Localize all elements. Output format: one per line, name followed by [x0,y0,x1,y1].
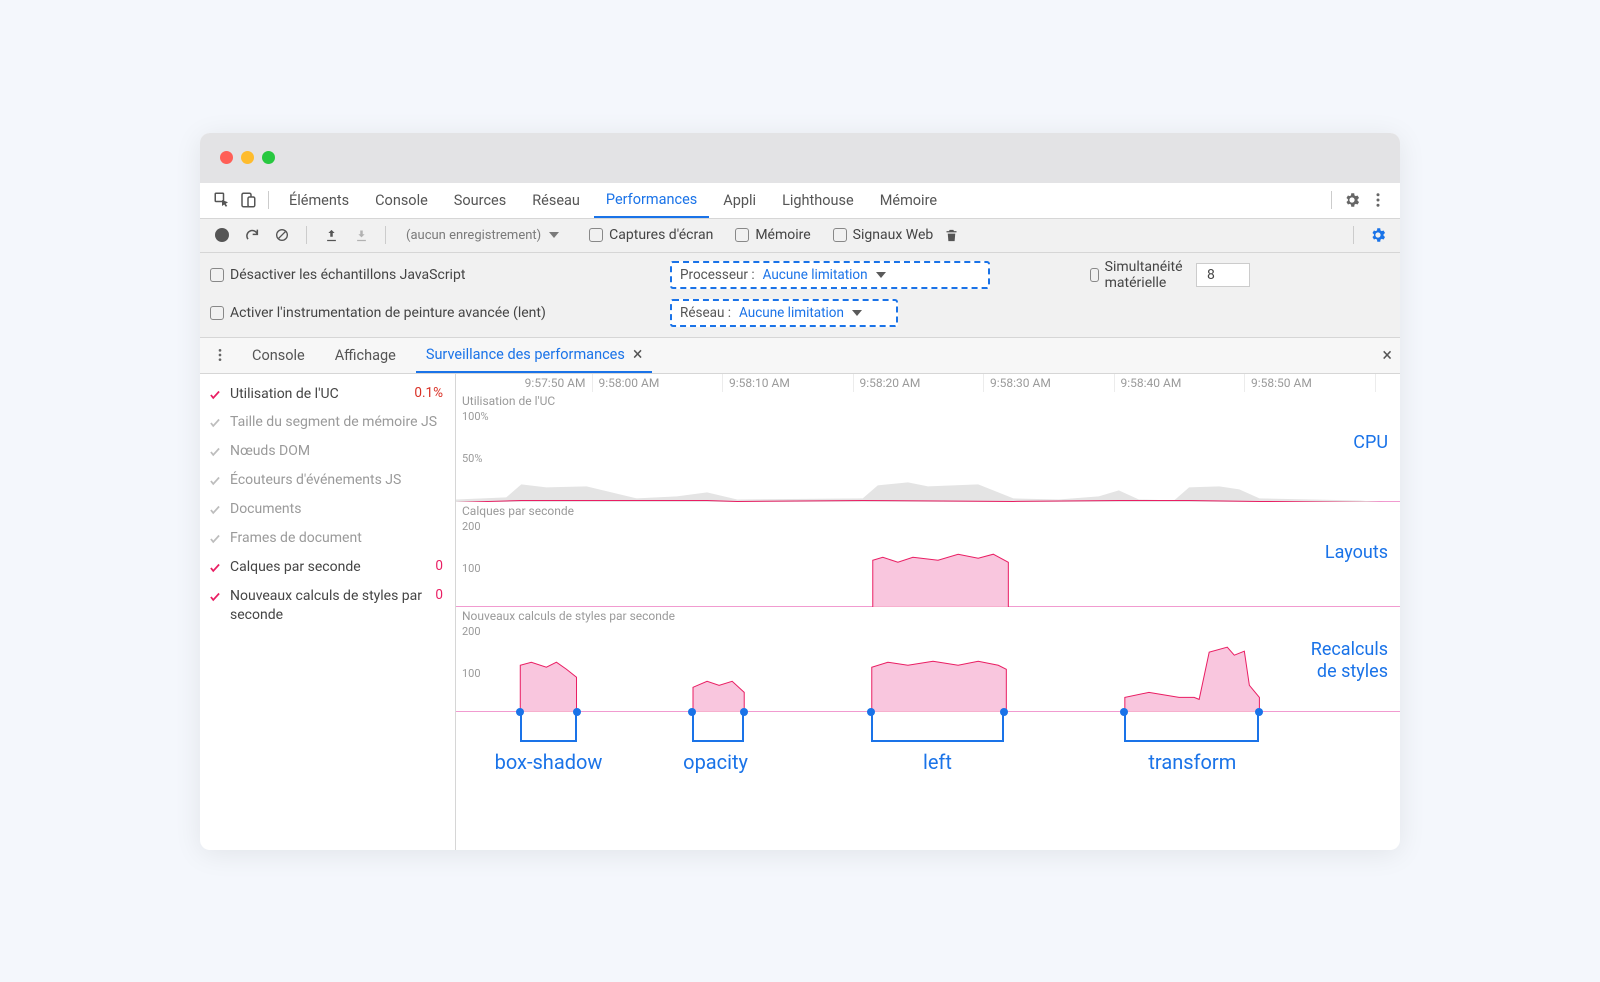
window-titlebar [200,133,1400,183]
tab-sources[interactable]: Sources [442,182,518,218]
memory-checkbox[interactable]: Mémoire [735,227,810,243]
anno-opacity: opacity [683,750,748,774]
window-close-button[interactable] [220,151,233,164]
charts-pane: 9:57:50 AM 9:58:00 AM 9:58:10 AM 9:58:20… [456,374,1400,850]
settings-gear-icon[interactable] [1340,188,1364,212]
reload-record-button[interactable] [240,223,264,247]
more-menu-icon[interactable] [1366,188,1390,212]
recording-select-value: (aucun enregistrement) [406,228,541,243]
window-minimize-button[interactable] [241,151,254,164]
metric-documents[interactable]: Documents [200,495,455,524]
network-throttle-select[interactable]: Réseau : Aucune limitation [670,299,898,327]
cpu-throttle-select[interactable]: Processeur : Aucune limitation [670,261,990,289]
device-toggle-icon[interactable] [236,188,260,212]
metric-cpu-usage[interactable]: Utilisation de l'UC 0.1% [200,380,455,409]
drawer-tab-console[interactable]: Console [242,337,315,373]
chart-cpu: Utilisation de l'UC 100% 50% CPU [456,392,1400,502]
close-tab-icon[interactable]: × [633,344,643,365]
hw-concurrency-checkbox[interactable]: Simultanéité matérielle 8 [1090,259,1250,291]
tab-console[interactable]: Console [363,182,440,218]
drawer-tabs: Console Affichage Surveillance des perfo… [200,338,1400,374]
screenshots-checkbox[interactable]: Captures d'écran [589,227,713,243]
window-zoom-button[interactable] [262,151,275,164]
tab-elements[interactable]: Éléments [277,182,361,218]
chevron-down-icon [876,272,886,278]
tab-performance[interactable]: Performances [594,182,709,218]
record-button[interactable] [210,223,234,247]
metric-js-heap[interactable]: Taille du segment de mémoire JS [200,408,455,437]
webvitals-checkbox[interactable]: Signaux Web [833,227,934,243]
disable-js-samples-checkbox[interactable]: Désactiver les échantillons JavaScript [210,267,670,283]
chart-recalcs: Nouveaux calculs de styles par seconde 2… [456,607,1400,712]
recording-select[interactable]: (aucun enregistrement) [398,225,567,246]
chevron-down-icon [852,310,862,316]
perf-monitor-body: Utilisation de l'UC 0.1% Taille du segme… [200,374,1400,850]
perf-settings-pane: Désactiver les échantillons JavaScript P… [200,253,1400,338]
drawer-more-icon[interactable] [208,343,232,367]
metric-layouts-per-sec[interactable]: Calques par seconde 0 [200,553,455,582]
tab-application[interactable]: Appli [711,182,768,218]
clear-button[interactable] [270,223,294,247]
anno-transform: transform [1148,750,1236,774]
inspect-element-icon[interactable] [210,188,234,212]
adv-paint-checkbox[interactable]: Activer l'instrumentation de peinture av… [210,305,670,321]
anno-left: left [923,750,952,774]
trash-icon[interactable] [939,223,963,247]
metric-dom-nodes[interactable]: Nœuds DOM [200,437,455,466]
metric-style-recalcs-per-sec[interactable]: Nouveaux calculs de styles par seconde 0 [200,582,455,630]
metrics-sidebar: Utilisation de l'UC 0.1% Taille du segme… [200,374,456,850]
metric-js-listeners[interactable]: Écouteurs d'événements JS [200,466,455,495]
upload-profile-icon[interactable] [319,223,343,247]
perf-settings-gear-icon[interactable] [1366,223,1390,247]
hw-concurrency-value[interactable]: 8 [1196,263,1250,287]
drawer-close-icon[interactable]: × [1382,345,1392,366]
drawer-tab-rendering[interactable]: Affichage [325,337,406,373]
anno-box-shadow: box-shadow [495,750,603,774]
window-traffic-lights [220,151,275,164]
chart-annotations: box-shadow opacity left transform [456,712,1400,782]
drawer-tab-perfmonitor[interactable]: Surveillance des performances × [416,337,653,373]
time-axis: 9:57:50 AM 9:58:00 AM 9:58:10 AM 9:58:20… [456,374,1400,392]
chart-layouts: Calques par seconde 200 100 Layouts [456,502,1400,607]
devtools-tabs: Éléments Console Sources Réseau Performa… [200,183,1400,219]
perf-toolbar: (aucun enregistrement) Captures d'écran … [200,219,1400,253]
download-profile-icon[interactable] [349,223,373,247]
devtools-window: Éléments Console Sources Réseau Performa… [200,133,1400,850]
chevron-down-icon [549,232,559,238]
tab-network[interactable]: Réseau [520,182,592,218]
tab-lighthouse[interactable]: Lighthouse [770,182,866,218]
tab-memory[interactable]: Mémoire [868,182,949,218]
metric-frames[interactable]: Frames de document [200,524,455,553]
